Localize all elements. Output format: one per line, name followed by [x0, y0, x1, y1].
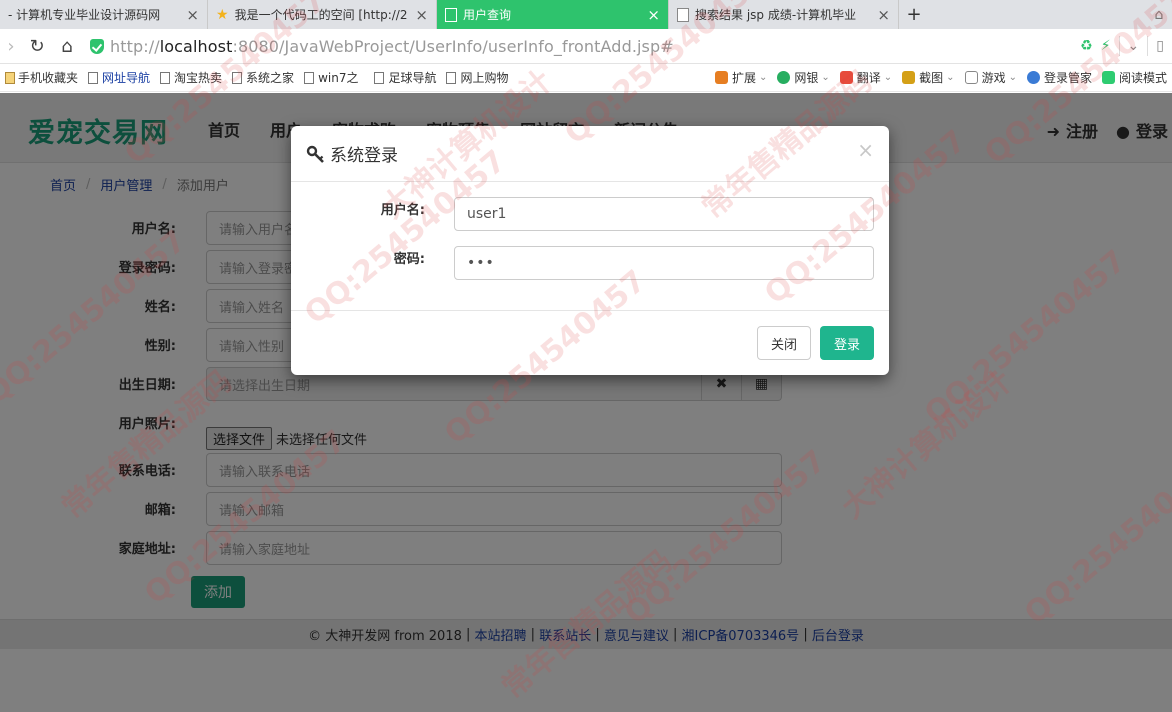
url-text[interactable]: http://localhost:8080/JavaWebProject/Use…	[110, 37, 674, 56]
doc-icon	[446, 71, 457, 84]
star-icon: ★	[216, 6, 229, 23]
bookmark-label: 系统之家	[246, 71, 295, 85]
page-content: 爱宠交易网 首页 用户 宠物求购 宠物预售 网站留言 新闻公告 ➜注册 ●登录 …	[0, 93, 1172, 712]
chevron-down-icon: ⌄	[758, 72, 768, 83]
bookmark-item[interactable]: 网上购物	[441, 69, 513, 86]
divider	[1147, 36, 1149, 56]
login-modal: 系统登录 × 用户名: user1 密码: ••• 关闭 登录	[291, 126, 889, 375]
doc-icon	[445, 7, 457, 22]
address-bar-tools: ♻ ⚡ ⌄ ▯	[1080, 36, 1164, 56]
tab-title: 用户查询	[463, 8, 512, 22]
bookmark-label: 淘宝热卖	[174, 71, 223, 85]
bookmark-label: 手机收藏夹	[18, 71, 79, 85]
tab-title: 我是一个代码工的空间 [http://2	[234, 8, 408, 22]
chevron-down-icon[interactable]: ⌄	[1128, 38, 1140, 54]
tab-0[interactable]: - 计算机专业毕业设计源码网 ×	[0, 0, 208, 29]
doc-icon	[304, 71, 315, 84]
login-button[interactable]: 登录	[820, 326, 874, 360]
divider	[1118, 36, 1120, 56]
device-icon[interactable]: ▯	[1156, 38, 1164, 54]
modal-username-label: 用户名:	[380, 203, 425, 218]
doc-icon	[374, 71, 385, 84]
modal-footer: 关闭 登录	[291, 310, 889, 375]
modal-title-text: 系统登录	[330, 146, 398, 166]
tab-title: 搜索结果 jsp 成绩-计算机毕业	[695, 8, 857, 22]
close-icon[interactable]: ×	[647, 6, 660, 24]
chevron-down-icon: ⌄	[946, 72, 955, 83]
bookmarks-bar: 手机收藏夹 网址导航 淘宝热卖 系统之家 win7之 足球导航 网上购物 扩展 ⌄…	[0, 64, 1172, 92]
doc-icon	[677, 7, 689, 22]
translate-button[interactable]: 翻译 ⌄	[835, 69, 897, 86]
bookmark-item[interactable]: 系统之家	[227, 69, 299, 86]
bookmark-label: 网址导航	[102, 71, 151, 85]
doc-icon	[88, 71, 99, 84]
extensions-button[interactable]: 扩展 ⌄	[710, 69, 772, 86]
screenshot-button[interactable]: 截图 ⌄	[897, 69, 959, 86]
modal-password-input[interactable]: •••	[454, 246, 874, 280]
key-icon	[306, 145, 324, 163]
forward-icon[interactable]: ›	[0, 31, 22, 61]
tab-menu-icon[interactable]: ⌂	[1146, 0, 1172, 29]
recycle-icon[interactable]: ♻	[1080, 38, 1093, 54]
lightning-icon[interactable]: ⚡	[1101, 38, 1111, 54]
address-bar[interactable]: http://localhost:8080/JavaWebProject/Use…	[90, 31, 1080, 61]
tab-title: - 计算机专业毕业设计源码网	[8, 8, 161, 22]
bookmark-item[interactable]: win7之	[299, 69, 363, 86]
book-icon	[1101, 71, 1115, 84]
tab-3[interactable]: 搜索结果 jsp 成绩-计算机毕业 ×	[669, 0, 899, 29]
games-button[interactable]: 游戏 ⌄	[960, 69, 1022, 86]
extensions-icon	[714, 71, 728, 84]
modal-password-label: 密码:	[393, 252, 425, 267]
bookmark-item[interactable]: 淘宝热卖	[155, 69, 227, 86]
close-icon[interactable]: ×	[415, 6, 428, 24]
bookmark-label: win7之	[318, 71, 359, 85]
secure-shield-icon	[90, 38, 104, 54]
gamepad-icon	[964, 71, 978, 84]
modal-title: 系统登录	[306, 141, 398, 166]
bookmark-item[interactable]: 足球导航	[369, 69, 441, 86]
toolbar-extensions: 扩展 ⌄ 网银 ⌄ 翻译 ⌄ 截图 ⌄ 游戏 ⌄ 登录管家 阅读模式	[710, 69, 1172, 86]
browser-navbar: › ↻ ⌂ http://localhost:8080/JavaWebProje…	[0, 29, 1172, 64]
login-manager-button[interactable]: 登录管家	[1022, 69, 1097, 86]
search-icon	[1026, 71, 1040, 84]
modal-header: 系统登录 ×	[291, 126, 889, 182]
bookmark-item[interactable]: 网址导航	[83, 69, 155, 86]
close-icon[interactable]: ×	[186, 6, 199, 24]
screenshot-icon	[902, 71, 916, 84]
doc-icon	[160, 71, 171, 84]
home-icon[interactable]: ⌂	[52, 31, 82, 61]
reload-icon[interactable]: ↻	[22, 31, 52, 61]
close-icon[interactable]: ×	[857, 140, 874, 160]
bookmark-label: 足球导航	[388, 71, 437, 85]
new-tab-button[interactable]: +	[899, 0, 929, 29]
chevron-down-icon: ⌄	[1008, 72, 1017, 83]
close-button[interactable]: 关闭	[757, 326, 811, 360]
translate-icon	[839, 71, 853, 84]
bookmark-item[interactable]: 手机收藏夹	[0, 69, 83, 86]
bank-button[interactable]: 网银 ⌄	[772, 69, 834, 86]
bank-icon	[777, 71, 791, 84]
modal-body: 用户名: user1 密码: •••	[291, 182, 889, 310]
tab-1[interactable]: ★ 我是一个代码工的空间 [http://2 ×	[208, 0, 437, 29]
close-icon[interactable]: ×	[877, 6, 890, 24]
chevron-down-icon: ⌄	[821, 72, 830, 83]
modal-username-input[interactable]: user1	[454, 197, 874, 231]
reader-mode-button[interactable]: 阅读模式	[1097, 69, 1172, 86]
chevron-down-icon: ⌄	[883, 72, 893, 83]
folder-icon	[5, 71, 15, 84]
doc-icon	[232, 71, 243, 84]
browser-tabbar: - 计算机专业毕业设计源码网 × ★ 我是一个代码工的空间 [http://2 …	[0, 0, 1172, 29]
bookmark-label: 网上购物	[460, 71, 509, 85]
tab-2[interactable]: 用户查询 ×	[437, 0, 669, 29]
